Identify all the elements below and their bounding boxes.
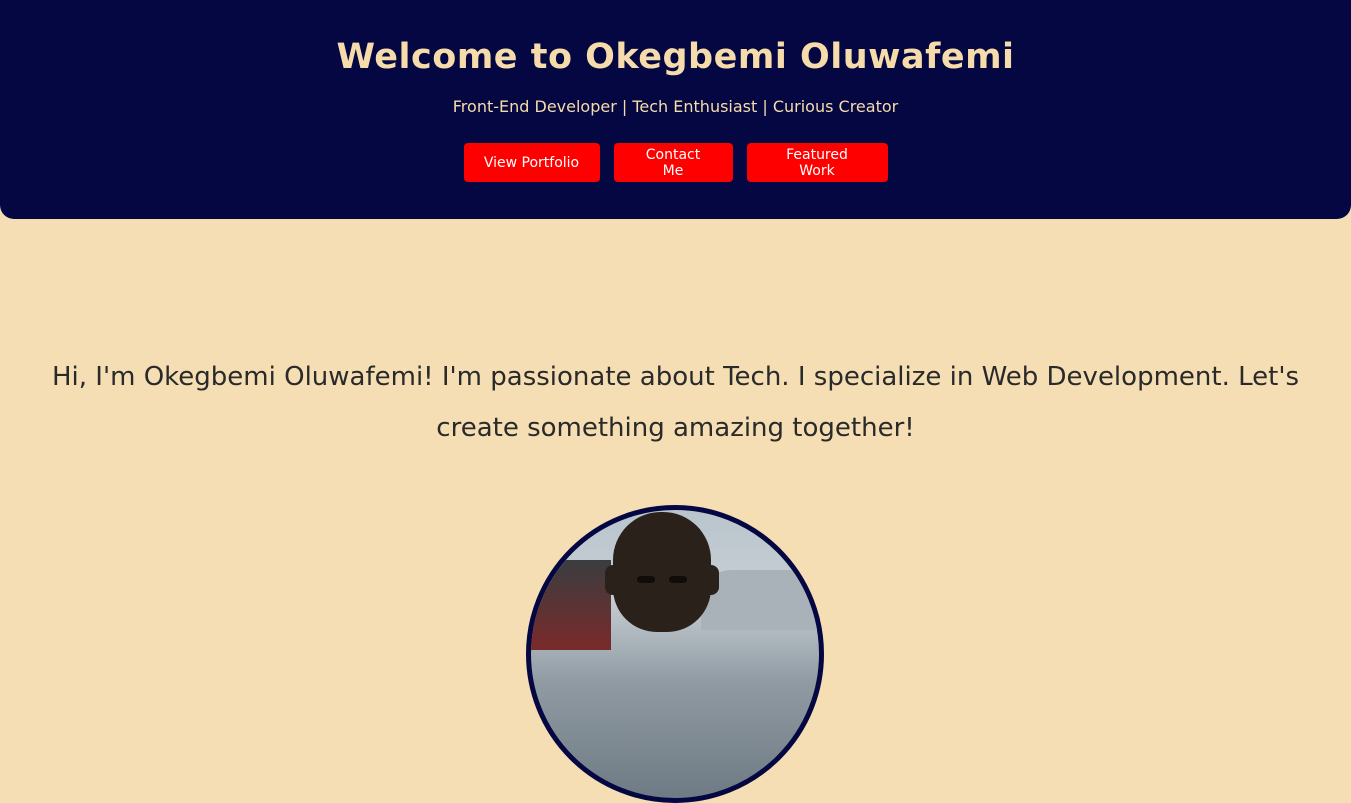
- profile-avatar: [526, 505, 824, 803]
- avatar-background-car: [701, 570, 819, 630]
- avatar-head: [613, 512, 711, 632]
- avatar-background-left: [531, 560, 611, 650]
- featured-work-button[interactable]: Featured Work: [746, 143, 888, 182]
- avatar-eye-left: [637, 576, 655, 583]
- hero-subtitle: Front-End Developer | Tech Enthusiast | …: [452, 97, 899, 116]
- avatar-eye-right: [669, 576, 687, 583]
- hero-actions: View Portfolio Contact Me Featured Work: [0, 143, 1351, 182]
- hero-title: Welcome to Okegbemi Oluwafemi: [336, 37, 1015, 77]
- hero-header: Welcome to Okegbemi Oluwafemi Front-End …: [0, 0, 1351, 219]
- view-portfolio-button[interactable]: View Portfolio: [463, 143, 600, 182]
- intro-text: Hi, I'm Okegbemi Oluwafemi! I'm passiona…: [51, 362, 1300, 443]
- contact-me-button[interactable]: Contact Me: [613, 143, 733, 182]
